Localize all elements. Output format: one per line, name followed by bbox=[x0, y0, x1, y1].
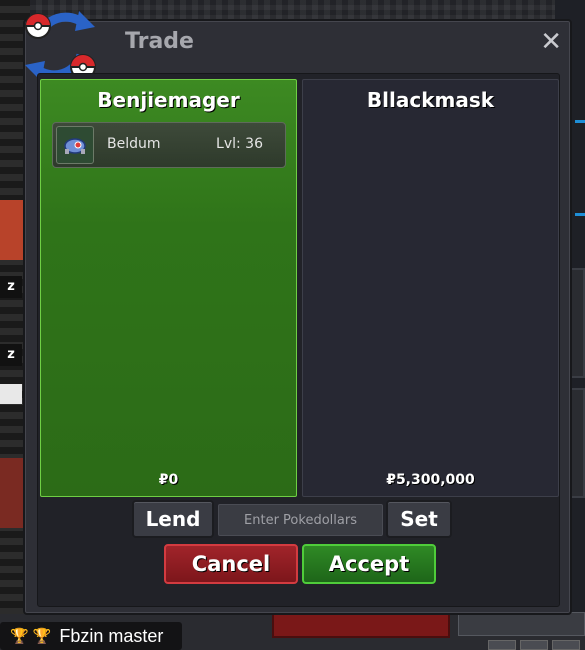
trade-titlebar[interactable]: Trade ✕ bbox=[25, 11, 570, 81]
hud-slot[interactable] bbox=[552, 640, 580, 650]
offered-pokemon-item[interactable]: Beldum Lvl: 36 bbox=[52, 122, 286, 168]
hud-dark-bar bbox=[458, 612, 585, 636]
battle-indicator-icon bbox=[0, 384, 22, 404]
player-name: Fbzin master bbox=[59, 625, 164, 646]
pokemon-name: Beldum bbox=[107, 136, 161, 152]
trade-window: Trade ✕ Benjiemager Beldum Lvl: 36 ₽0 Bl… bbox=[23, 11, 572, 615]
hud-red-bar bbox=[272, 612, 450, 638]
trophy-icon: 🏆 bbox=[32, 627, 52, 645]
pokedollars-input[interactable] bbox=[218, 504, 383, 536]
cancel-button[interactable]: Cancel bbox=[164, 544, 298, 584]
player-nameplate: 🏆 🏆 Fbzin master bbox=[0, 622, 182, 650]
map-marker bbox=[575, 120, 585, 123]
accept-button[interactable]: Accept bbox=[302, 544, 436, 584]
money-controls: Lend Set bbox=[38, 500, 561, 540]
trophy-icon: 🏆 bbox=[10, 627, 29, 645]
sleep-icon: z bbox=[0, 344, 22, 366]
close-icon[interactable]: ✕ bbox=[540, 27, 562, 57]
lend-button[interactable]: Lend bbox=[132, 500, 214, 538]
hud-slot[interactable] bbox=[520, 640, 548, 650]
trade-content: Benjiemager Beldum Lvl: 36 ₽0 Bllackmask… bbox=[37, 73, 560, 607]
beldum-sprite-icon bbox=[56, 126, 94, 164]
pokemon-level: Lvl: 36 bbox=[216, 136, 263, 152]
set-money-button[interactable]: Set bbox=[386, 500, 452, 538]
my-trainer-name: Benjiemager bbox=[97, 88, 240, 112]
window-title: Trade bbox=[125, 29, 194, 54]
partner-trainer-name: Bllackmask bbox=[366, 88, 495, 112]
partner-offer-panel: Bllackmask ₽5,300,000 bbox=[302, 79, 559, 497]
partner-offered-money: ₽5,300,000 bbox=[386, 472, 475, 488]
sleep-icon: z bbox=[0, 276, 22, 298]
map-marker bbox=[575, 213, 585, 216]
my-offer-panel: Benjiemager Beldum Lvl: 36 ₽0 bbox=[40, 79, 297, 497]
my-offered-money: ₽0 bbox=[158, 472, 179, 488]
hud-slot[interactable] bbox=[488, 640, 516, 650]
